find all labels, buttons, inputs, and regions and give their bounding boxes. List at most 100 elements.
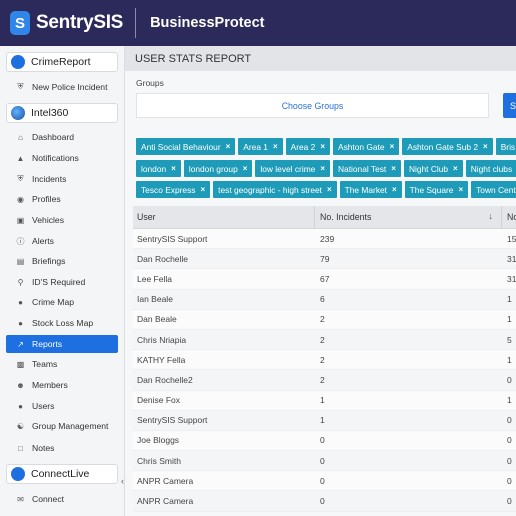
table-row[interactable]: ANPR Camera 0 0	[133, 471, 516, 492]
cell-next: 1	[507, 354, 512, 365]
table-row[interactable]: Joe Bloggs 0 0	[133, 430, 516, 452]
remove-chip-icon[interactable]: ×	[226, 142, 231, 151]
remove-chip-icon[interactable]: ×	[200, 185, 205, 194]
members-icon: ☻	[16, 380, 25, 390]
table-row[interactable]: Denise Fox 1 1	[133, 390, 516, 411]
group-chip[interactable]: Tesco Express ×	[136, 181, 211, 198]
cell-user: Dan Rochelle2	[137, 374, 193, 385]
sidebar-item-label: Vehicles	[32, 215, 65, 225]
remove-chip-icon[interactable]: ×	[320, 142, 325, 151]
table-row[interactable]: KATHY Fella 2 1	[133, 350, 516, 371]
table-body: SentrySIS Support239152Dan Rochelle7931L…	[133, 229, 516, 512]
table-row[interactable]: Chris Smith 0 0	[133, 451, 516, 472]
map-pin-icon: ●	[18, 297, 23, 307]
group-chip[interactable]: Anti Social Behaviour ×	[136, 138, 236, 155]
table-row[interactable]: Dan Beale 2 1	[133, 309, 516, 330]
group-chip[interactable]: Night Club ×	[403, 160, 463, 177]
table-row[interactable]: ANPR Camera 0 0	[133, 491, 516, 512]
sidebar-item-notes[interactable]: □ Notes	[6, 439, 118, 457]
group-chip[interactable]: test geographic - high street ×	[213, 181, 337, 198]
table-row[interactable]: Lee Fella 67 31	[133, 269, 516, 290]
sidebar-item-label: Alerts	[32, 236, 54, 246]
group-chip[interactable]: Area 1 ×	[238, 138, 283, 155]
group-chip[interactable]: Ashton Gate Sub 2 ×	[402, 138, 493, 155]
crimereport-section[interactable]: CrimeReport	[6, 52, 118, 72]
sidebar-item-teams[interactable]: ▩ Teams	[6, 355, 118, 373]
remove-chip-icon[interactable]: ×	[327, 185, 332, 194]
sidebar-item-label: Stock Loss Map	[32, 318, 94, 328]
cell-incidents: 0	[320, 455, 325, 466]
collapse-sidebar-icon[interactable]: ‹	[121, 476, 124, 486]
sidebar-item-users[interactable]: ● Users	[6, 397, 118, 415]
group-chip[interactable]: The Square ×	[404, 181, 469, 198]
remove-chip-icon[interactable]: ×	[391, 164, 396, 173]
table-row[interactable]: Dan Rochelle 79 31	[133, 249, 516, 270]
sidebar-item-label: Group Management	[32, 421, 109, 431]
sidebar-item-profiles[interactable]: ◉ Profiles	[6, 190, 118, 208]
table-row[interactable]: Chris Nriapia 2 5	[133, 329, 516, 351]
group-chip[interactable]: Night clubs	[465, 160, 516, 177]
sidebar-item-briefings[interactable]: ▤ Briefings	[6, 252, 118, 270]
cell-user: SentrySIS Support	[137, 415, 208, 426]
sidebar-item-alerts[interactable]: ⓘ Alerts	[6, 232, 118, 250]
sidebar-item-ids-required[interactable]: ⚲ ID'S Required	[6, 273, 118, 291]
table-row[interactable]: Ian Beale 6 1	[133, 289, 516, 310]
sidebar-item-connect[interactable]: ✉ Connect	[6, 490, 118, 508]
remove-chip-icon[interactable]: ×	[171, 164, 176, 173]
cell-incidents: 2	[320, 334, 325, 345]
cell-user: SentrySIS Support	[137, 233, 208, 244]
remove-chip-icon[interactable]: ×	[320, 164, 325, 173]
action-button[interactable]: S	[503, 93, 516, 118]
sidebar-item-label: Dashboard	[32, 132, 75, 142]
group-chip[interactable]: Bris	[495, 138, 516, 155]
group-chip[interactable]: london ×	[136, 160, 181, 177]
sidebar-item-vehicles[interactable]: ▣ Vehicles	[6, 211, 118, 229]
cell-user: Chris Smith	[137, 455, 181, 466]
sidebar-item-dashboard[interactable]: ⌂ Dashboard	[6, 128, 118, 146]
remove-chip-icon[interactable]: ×	[392, 185, 397, 194]
remove-chip-icon[interactable]: ×	[483, 142, 488, 151]
remove-chip-icon[interactable]: ×	[390, 142, 395, 151]
group-chip[interactable]: london group ×	[183, 160, 253, 177]
cell-user: Denise Fox	[137, 395, 180, 406]
group-chip[interactable]: National Test ×	[333, 160, 401, 177]
table-row[interactable]: Dan Rochelle2 2 0	[133, 370, 516, 391]
table-row[interactable]: SentrySIS Support 1 0	[133, 410, 516, 431]
sort-down-arrow-icon[interactable]: ↓	[489, 211, 494, 221]
table-row[interactable]: SentrySIS Support 239 152	[133, 229, 516, 250]
column-header-next[interactable]: No.	[502, 212, 516, 222]
brand-name: SentrySIS	[36, 12, 124, 33]
sidebar-item-group-management[interactable]: ☯ Group Management	[6, 417, 118, 435]
sidebar-item-label: Teams	[32, 359, 58, 369]
main-content: USER STATS REPORT Groups Choose Groups S…	[125, 46, 516, 516]
group-chip[interactable]: Ashton Gate ×	[333, 138, 400, 155]
group-chip[interactable]: Area 2 ×	[285, 138, 330, 155]
sidebar-item-stock-loss-map[interactable]: ● Stock Loss Map	[6, 314, 118, 332]
sidebar-item-reports[interactable]: ↗ Reports	[6, 335, 118, 353]
column-header-incidents[interactable]: No. Incidents ↓	[315, 205, 502, 229]
sidebar-item-label: Notes	[32, 443, 55, 453]
remove-chip-icon[interactable]: ×	[458, 185, 463, 194]
column-header-user[interactable]: User	[133, 205, 315, 229]
connectlive-section[interactable]: ConnectLive	[6, 464, 118, 484]
choose-groups-button[interactable]: Choose Groups	[136, 93, 489, 118]
group-chip[interactable]: The Market ×	[339, 181, 402, 198]
group-chip[interactable]: Town Centr	[471, 181, 516, 198]
remove-chip-icon[interactable]: ×	[273, 142, 278, 151]
sidebar-item-incidents[interactable]: ⛨ Incidents	[6, 170, 118, 188]
remove-chip-icon[interactable]: ×	[453, 164, 458, 173]
cell-next: 0	[507, 475, 512, 486]
cell-next: 31	[507, 253, 516, 264]
sidebar-item-label: Members	[32, 380, 68, 390]
sidebar-item-label: Connect	[32, 494, 65, 504]
sidebar-item-notifications[interactable]: ▲ Notifications	[6, 149, 118, 167]
user-stats-table: User No. Incidents ↓ No. SentrySIS Suppo…	[133, 205, 516, 512]
cell-user: ANPR Camera	[137, 496, 194, 507]
sidebar-item-new-police-incident[interactable]: ⛨ New Police Incident	[6, 78, 118, 96]
group-chip[interactable]: low level crime ×	[255, 160, 330, 177]
sidebar-item-crime-map[interactable]: ● Crime Map	[6, 293, 118, 311]
section-title: Intel360	[31, 107, 69, 119]
remove-chip-icon[interactable]: ×	[243, 164, 248, 173]
sidebar-item-members[interactable]: ☻ Members	[6, 376, 118, 394]
intel360-section[interactable]: Intel360	[6, 103, 118, 123]
